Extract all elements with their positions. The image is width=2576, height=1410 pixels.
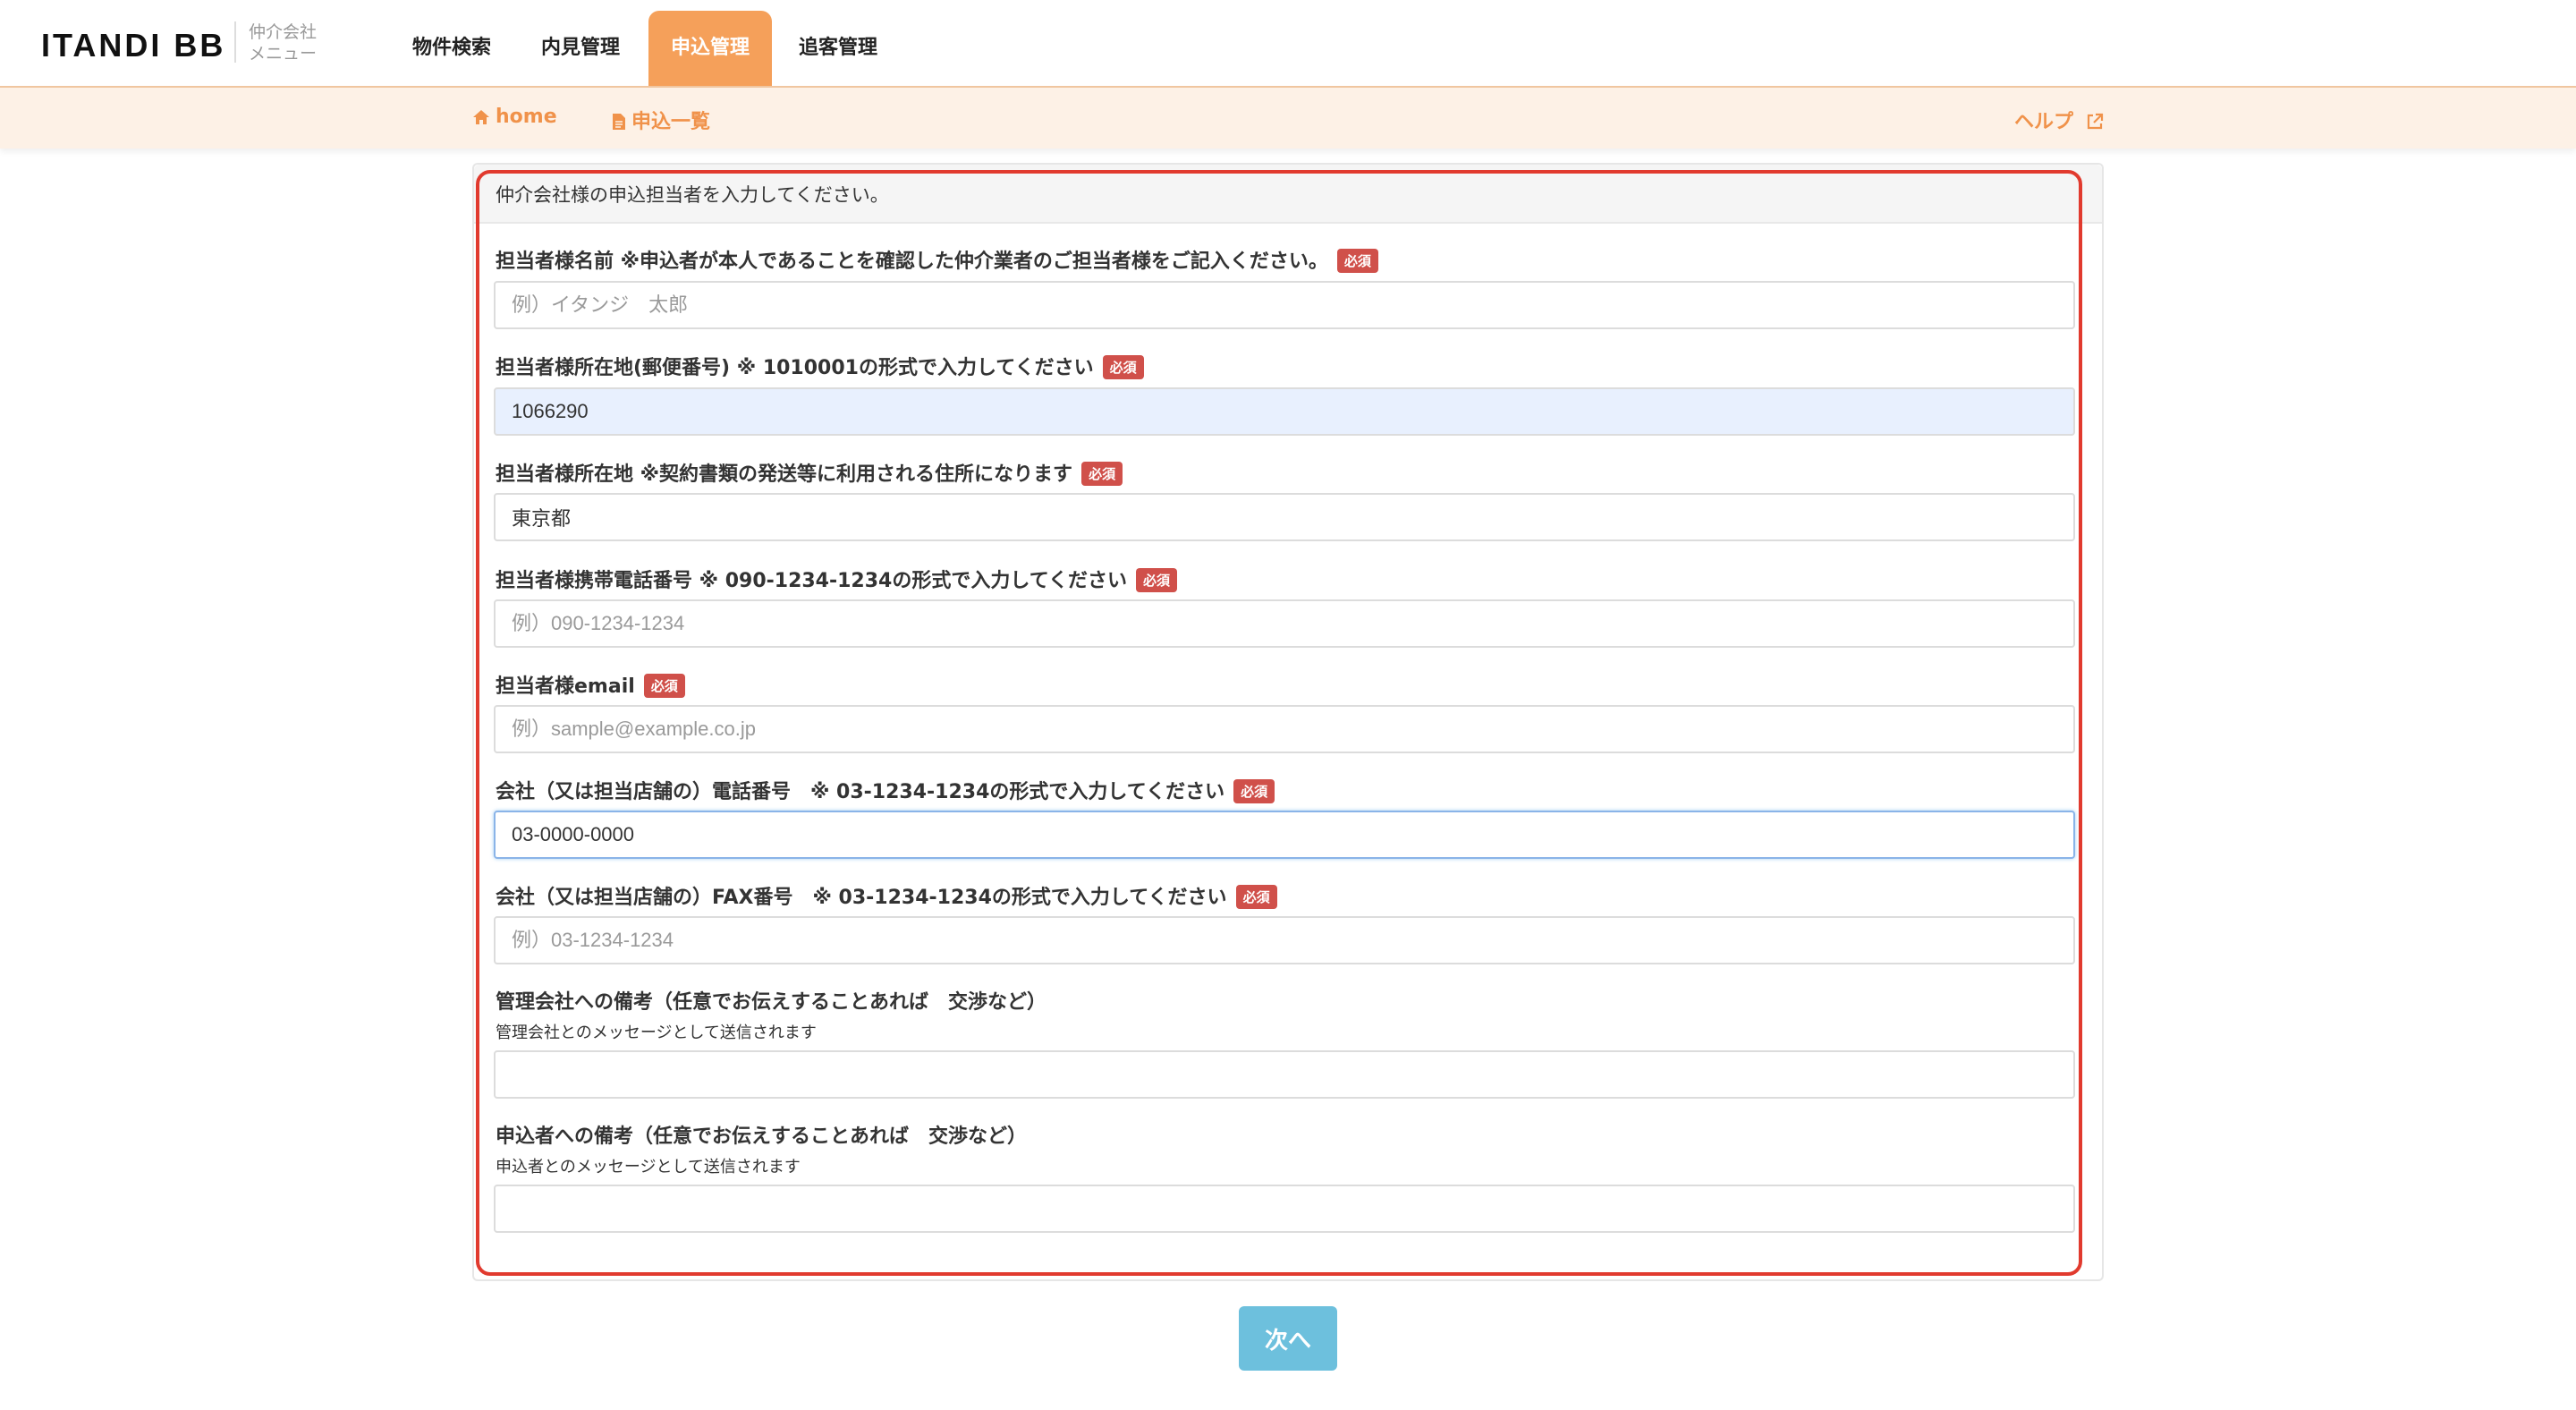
- agent-name-input[interactable]: [494, 281, 2075, 329]
- field-label-address: 担当者様所在地 ※契約書類の発送等に利用される住所になります 必須: [496, 458, 1123, 487]
- app-logo[interactable]: ITANDI BB: [41, 27, 225, 64]
- tab-customer-followup[interactable]: 追客管理: [782, 11, 894, 86]
- application-list-link[interactable]: 申込一覧: [612, 106, 710, 134]
- home-icon: [473, 110, 489, 124]
- address-input[interactable]: [494, 493, 2075, 541]
- home-link-label: home: [496, 106, 557, 128]
- tab-viewing-management[interactable]: 内見管理: [524, 11, 637, 86]
- field-label-note-management: 管理会社への備考（任意でお伝えすることあれば 交渉など）: [496, 991, 1047, 1014]
- field-label-company-fax: 会社（又は担当店舗の）FAX番号 ※ 03-1234-1234の形式で入力してく…: [496, 881, 1277, 910]
- field-label-text: 担当者様所在地(郵便番号) ※ 1010001の形式で入力してください: [496, 357, 1094, 379]
- panel-header: 仲介会社様の申込担当者を入力してください。: [474, 165, 2102, 224]
- external-link-icon: [2087, 113, 2103, 130]
- sub-navigation-bar: home 申込一覧 ヘルプ: [0, 88, 2576, 149]
- note-management-input[interactable]: [494, 1050, 2075, 1099]
- agency-menu-label[interactable]: 仲介会社 メニュー: [249, 21, 317, 64]
- field-help-note-management: 管理会社とのメッセージとして送信されます: [496, 1024, 817, 1042]
- top-header: ITANDI BB 仲介会社 メニュー 物件検索 内見管理 申込管理 追客管理: [0, 0, 2576, 88]
- email-input[interactable]: [494, 705, 2075, 753]
- required-badge: 必須: [1136, 568, 1178, 592]
- help-link[interactable]: ヘルプ: [2014, 106, 2104, 134]
- field-label-text: 会社（又は担当店舗の）FAX番号 ※ 03-1234-1234の形式で入力してく…: [496, 887, 1227, 909]
- company-phone-input[interactable]: [494, 811, 2075, 859]
- required-badge: 必須: [643, 674, 685, 698]
- field-label-note-applicant: 申込者への備考（任意でお伝えすることあれば 交渉など）: [496, 1125, 1028, 1148]
- logo-divider: [234, 21, 236, 63]
- field-label-agent-name: 担当者様名前 ※申込者が本人であることを確認した仲介業者のご担当者様をご記入くだ…: [496, 245, 1378, 274]
- field-label-text: 会社（又は担当店舗の）電話番号 ※ 03-1234-1234の形式で入力してくだ…: [496, 781, 1225, 803]
- field-label-email: 担当者様email 必須: [496, 670, 685, 699]
- field-label-text: 担当者様名前 ※申込者が本人であることを確認した仲介業者のご担当者様をご記入くだ…: [496, 251, 1328, 273]
- note-applicant-input[interactable]: [494, 1185, 2075, 1233]
- postal-code-input[interactable]: [494, 387, 2075, 436]
- document-icon: [613, 114, 625, 130]
- required-badge: 必須: [1233, 779, 1275, 803]
- required-badge: 必須: [1081, 462, 1123, 486]
- next-button[interactable]: 次へ: [1239, 1306, 1337, 1371]
- tab-property-search[interactable]: 物件検索: [394, 11, 510, 86]
- home-link[interactable]: home: [472, 106, 557, 128]
- application-list-label: 申込一覧: [631, 111, 711, 133]
- field-label-company-phone: 会社（又は担当店舗の）電話番号 ※ 03-1234-1234の形式で入力してくだ…: [496, 776, 1275, 804]
- required-badge: 必須: [1235, 885, 1277, 909]
- field-label-text: 担当者様email: [496, 675, 635, 698]
- field-label-text: 担当者様携帯電話番号 ※ 090-1234-1234の形式で入力してください: [496, 570, 1128, 592]
- field-help-note-applicant: 申込者とのメッセージとして送信されます: [496, 1158, 801, 1176]
- help-link-label: ヘルプ: [2014, 111, 2074, 133]
- agency-menu-line1: 仲介会社: [249, 22, 318, 42]
- form-heading: 仲介会社様の申込担当者を入力してください。: [496, 184, 889, 206]
- required-badge: 必須: [1102, 355, 1144, 379]
- mobile-phone-input[interactable]: [494, 599, 2075, 648]
- field-label-mobile-phone: 担当者様携帯電話番号 ※ 090-1234-1234の形式で入力してください 必須: [496, 565, 1178, 593]
- field-label-text: 担当者様所在地 ※契約書類の発送等に利用される住所になります: [496, 463, 1073, 486]
- agency-menu-line2: メニュー: [249, 44, 318, 64]
- company-fax-input[interactable]: [494, 916, 2075, 964]
- tab-application-management[interactable]: 申込管理: [648, 11, 772, 86]
- required-badge: 必須: [1336, 249, 1378, 273]
- field-label-postal-code: 担当者様所在地(郵便番号) ※ 1010001の形式で入力してください 必須: [496, 352, 1144, 380]
